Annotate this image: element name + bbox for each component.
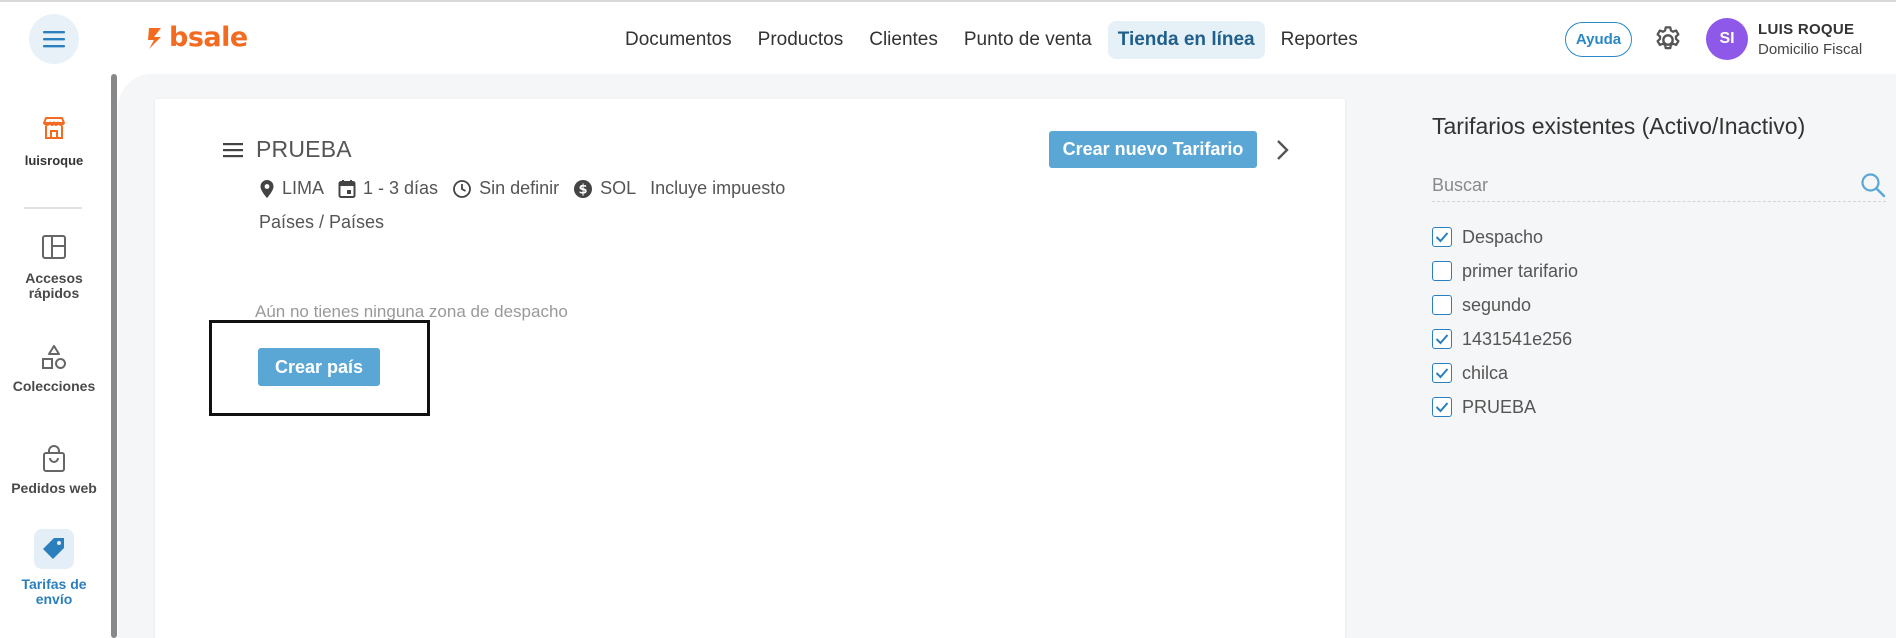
sidebar-item-pedidos-web[interactable]: Pedidos web [0, 444, 108, 496]
check-icon [1435, 232, 1449, 243]
sidebar-divider [24, 207, 82, 209]
clock-icon [453, 179, 471, 198]
dollar-circle-icon: $ [574, 179, 593, 198]
logo-text: bsale [169, 22, 248, 53]
hamburger-icon [43, 31, 65, 48]
checkbox-checked[interactable] [1432, 363, 1452, 383]
tariff-name: segundo [1462, 294, 1532, 315]
search-input[interactable] [1432, 170, 1852, 200]
sidebar-item-colecciones[interactable]: Colecciones [0, 344, 108, 394]
search-bar [1432, 170, 1886, 202]
hamburger-menu-button[interactable] [29, 14, 79, 64]
user-name: LUIS ROQUE [1758, 21, 1855, 38]
tariff-location: LIMA [259, 178, 324, 199]
sidebar: luisroque Accesos rápidos Colecciones Pe… [0, 74, 108, 638]
svg-text:$: $ [579, 182, 588, 197]
nav-clientes[interactable]: Clientes [859, 21, 948, 59]
nav-productos[interactable]: Productos [748, 21, 854, 59]
check-icon [1435, 368, 1449, 379]
layout-icon [42, 235, 66, 259]
tariff-title-row: PRUEBA [222, 136, 352, 163]
tariff-time: Sin definir [452, 178, 559, 199]
sidebar-label-pedidos-web: Pedidos web [11, 480, 97, 496]
checkbox-unchecked[interactable] [1432, 295, 1452, 315]
tariff-name: primer tarifario [1462, 260, 1579, 281]
location-pin-icon [260, 179, 274, 198]
nav-punto-de-venta[interactable]: Punto de venta [954, 21, 1102, 59]
sidebar-label-rapidos: rápidos [28, 285, 80, 301]
list-item[interactable]: chilca [1432, 356, 1578, 390]
sidebar-label-colecciones: Colecciones [12, 378, 96, 394]
checkbox-checked[interactable] [1432, 329, 1452, 349]
sidebar-label-envio: envío [35, 591, 73, 607]
sidebar-item-tarifas-de-envio[interactable]: Tarifas de envío [0, 529, 108, 607]
tariff-countries: Países / Países [259, 212, 385, 232]
tariff-currency-text: SOL [600, 178, 637, 198]
nav-reportes[interactable]: Reportes [1271, 21, 1368, 59]
sidebar-scrollbar[interactable] [111, 74, 117, 638]
existing-tariffs-title: Tarifarios existentes (Activo/Inactivo) [1432, 113, 1806, 139]
sidebar-item-accesos-rapidos[interactable]: Accesos rápidos [0, 234, 108, 301]
list-item[interactable]: segundo [1432, 288, 1578, 322]
tariff-title: PRUEBA [256, 136, 352, 162]
list-item[interactable]: Despacho [1432, 220, 1578, 254]
list-item[interactable]: PRUEBA [1432, 390, 1578, 424]
bag-icon [43, 445, 65, 472]
tariff-location-text: LIMA [282, 178, 325, 198]
user-info[interactable]: LUIS ROQUE Domicilio Fiscal [1758, 20, 1862, 60]
nav-documentos[interactable]: Documentos [615, 21, 742, 59]
tariff-days: 1 - 3 días [338, 178, 438, 199]
search-icon[interactable] [1860, 172, 1886, 198]
list-menu-icon[interactable] [222, 141, 244, 159]
sidebar-active-icon-bg [34, 529, 74, 569]
checkbox-checked[interactable] [1432, 397, 1452, 417]
tariff-time-text: Sin definir [479, 178, 560, 198]
empty-zones-message: Aún no tienes ninguna zona de despacho [255, 302, 568, 321]
checkbox-checked[interactable] [1432, 227, 1452, 247]
shapes-icon [42, 345, 66, 369]
checkbox-unchecked[interactable] [1432, 261, 1452, 281]
chevron-right-icon[interactable] [1270, 136, 1294, 164]
calendar-icon [338, 179, 356, 198]
tariff-currency: $ SOL [573, 178, 636, 199]
sidebar-store[interactable]: luisroque [0, 114, 108, 168]
tariff-name: 1431541e256 [1462, 328, 1573, 349]
tariff-name: chilca [1462, 362, 1509, 383]
tariff-name: PRUEBA [1462, 396, 1537, 417]
gear-icon[interactable] [1652, 24, 1684, 56]
top-bar: bsale Documentos Productos Clientes Punt… [0, 2, 1896, 74]
list-item[interactable]: primer tarifario [1432, 254, 1578, 288]
create-country-button[interactable]: Crear país [258, 348, 380, 386]
check-icon [1435, 334, 1449, 345]
help-button[interactable]: Ayuda [1565, 22, 1632, 57]
tariff-info-row: LIMA 1 - 3 días Sin definir $ SOL Incluy… [259, 178, 785, 199]
check-icon [1435, 402, 1449, 413]
tag-icon [43, 538, 64, 559]
bsale-logo-icon [148, 27, 161, 49]
sidebar-label-accesos: Accesos [25, 270, 83, 286]
tariff-list: Despacho primer tarifario segundo 1431541e2… [1432, 220, 1578, 424]
user-subtitle: Domicilio Fiscal [1758, 41, 1863, 58]
tariff-days-text: 1 - 3 días [363, 178, 439, 198]
tariff-tax: Incluye impuesto [650, 178, 786, 198]
store-icon [43, 117, 65, 139]
bsale-logo[interactable]: bsale [145, 22, 248, 53]
nav-tienda-en-linea[interactable]: Tienda en línea [1107, 21, 1265, 59]
tariff-name: Despacho [1462, 226, 1544, 247]
new-tariff-button[interactable]: Crear nuevo Tarifario [1049, 131, 1257, 168]
sidebar-store-label: luisroque [24, 153, 84, 168]
main-nav: Documentos Productos Clientes Punto de v… [615, 20, 1368, 60]
avatar[interactable]: SI [1706, 18, 1748, 60]
list-item[interactable]: 1431541e256 [1432, 322, 1578, 356]
sidebar-label-tarifas: Tarifas de [21, 576, 87, 592]
